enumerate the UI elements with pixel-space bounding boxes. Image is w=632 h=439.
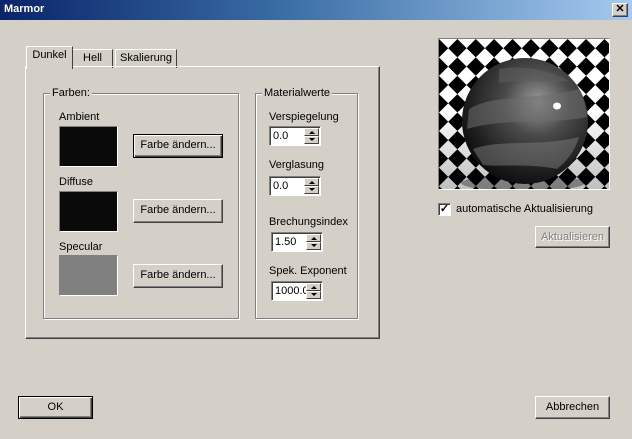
specular-color-swatch [59,255,118,296]
materialwerte-group: Materialwerte Verspiegelung Verglasung B… [255,86,358,319]
material-preview [438,38,610,190]
brechungsindex-label: Brechungsindex [269,216,348,228]
diffuse-label: Diffuse [59,176,94,188]
farben-legend: Farben: [50,86,92,100]
tab-label: Skalierung [120,52,172,64]
spin-up-icon[interactable] [304,128,319,136]
spek-exponent-spinner [271,281,323,301]
verglasung-label: Verglasung [269,159,325,171]
spin-down-icon[interactable] [304,136,319,144]
spin-down-icon[interactable] [306,291,321,299]
tab-label: Dunkel [32,49,67,61]
farben-group: Farben: Ambient Farbe ändern... Diffuse … [43,86,239,319]
diffuse-change-color-button[interactable]: Farbe ändern... [133,199,223,223]
tab-label: Hell [83,52,102,64]
verspiegelung-label: Verspiegelung [269,111,339,123]
ok-button[interactable]: OK [18,396,93,419]
brechungsindex-spinner [271,232,323,252]
tab-panel-dunkel: Farben: Ambient Farbe ändern... Diffuse … [25,66,380,339]
marble-sphere-preview-icon [439,39,609,189]
brechungsindex-input[interactable] [274,234,307,250]
cancel-button[interactable]: Abbrechen [535,396,610,419]
specular-change-color-button[interactable]: Farbe ändern... [133,264,223,288]
tab-dunkel[interactable]: Dunkel [26,46,73,69]
close-icon: ✕ [615,3,625,15]
ambient-label: Ambient [59,111,100,123]
verspiegelung-input[interactable] [272,128,305,144]
ambient-color-swatch [59,126,118,167]
auto-update-checkbox[interactable]: ✓ [438,203,451,216]
title-bar: Marmor ✕ [0,0,632,20]
spin-up-icon[interactable] [306,283,321,291]
spin-up-icon[interactable] [306,234,321,242]
verspiegelung-spinner [269,126,321,146]
spin-down-icon[interactable] [304,186,319,194]
specular-label: Specular [59,241,103,253]
spek-exponent-label: Spek. Exponent [269,265,347,277]
auto-update-label: automatische Aktualisierung [456,203,593,215]
diffuse-color-swatch [59,191,118,232]
ambient-change-color-button[interactable]: Farbe ändern... [133,134,223,158]
check-icon: ✓ [439,203,450,215]
marmor-dialog: Marmor ✕ Dunkel Hell Skalierung Farben: … [0,0,632,439]
materialwerte-legend: Materialwerte [262,86,333,100]
spin-up-icon[interactable] [304,178,319,186]
verglasung-input[interactable] [272,178,305,194]
verglasung-spinner [269,176,321,196]
spek-exponent-input[interactable] [274,283,307,299]
spin-down-icon[interactable] [306,242,321,250]
window-title: Marmor [4,3,45,15]
update-preview-button[interactable]: Aktualisieren [535,226,610,248]
close-button[interactable]: ✕ [612,3,628,17]
